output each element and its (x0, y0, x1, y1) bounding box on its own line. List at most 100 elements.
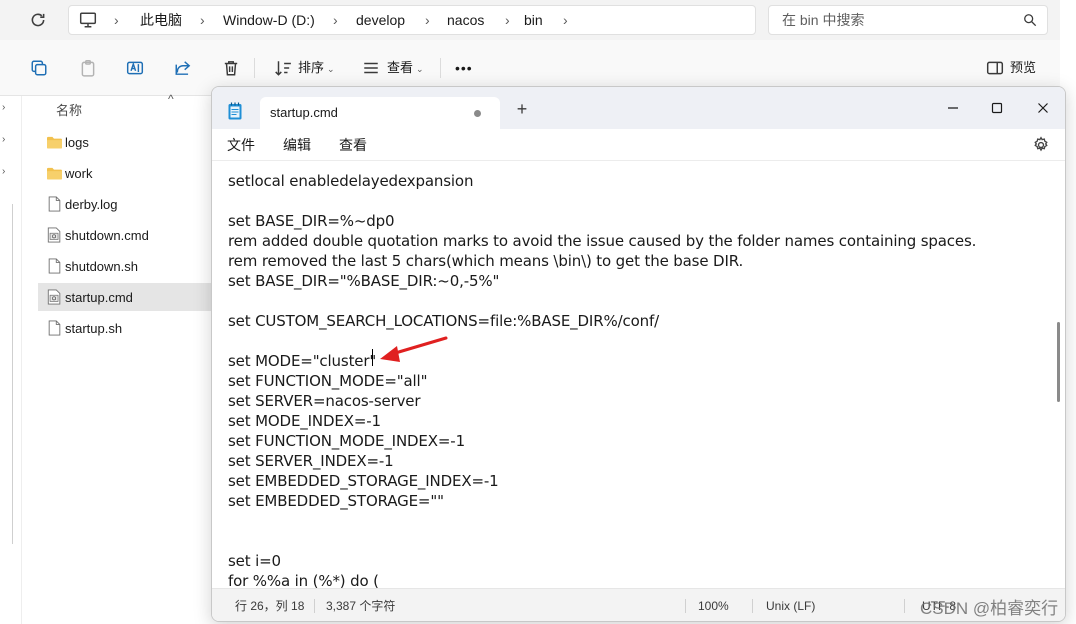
status-divider (685, 599, 686, 613)
menu-edit[interactable]: 编辑 (283, 129, 311, 161)
breadcrumb[interactable]: › 此电脑 › Window-D (D:) › develop › nacos … (68, 5, 756, 35)
tab-startup-cmd[interactable]: startup.cmd (260, 97, 500, 129)
menu-file[interactable]: 文件 (227, 129, 255, 161)
chevron-right-icon: › (114, 12, 119, 28)
view-icon (360, 57, 382, 79)
editor-line: set FUNCTION_MODE="all" (228, 372, 428, 390)
settings-gear-icon[interactable] (1032, 136, 1050, 154)
tab-title: startup.cmd (270, 105, 338, 120)
zoom-level[interactable]: 100% (698, 589, 729, 621)
rename-icon[interactable] (124, 57, 146, 79)
breadcrumb-item-develop[interactable]: develop (356, 6, 405, 34)
status-divider (314, 599, 315, 613)
preview-button[interactable]: 预览 (1010, 57, 1036, 79)
title-bar[interactable]: startup.cmd + (212, 87, 1065, 129)
view-button[interactable]: 查看 ⌄ (387, 57, 424, 79)
maximize-icon[interactable] (982, 93, 1012, 123)
toolbar-divider (254, 58, 255, 78)
nav-chevron-icon[interactable]: › (2, 166, 5, 177)
folder-icon (44, 163, 64, 183)
new-tab-button[interactable]: + (514, 100, 530, 118)
chevron-right-icon[interactable]: › (563, 6, 568, 34)
editor-line: rem removed the last 5 chars(which means… (228, 252, 744, 270)
editor-line: set FUNCTION_MODE_INDEX=-1 (228, 432, 465, 450)
chevron-down-icon: ⌄ (327, 64, 335, 74)
copy-icon[interactable] (28, 57, 50, 79)
toolbar-divider (440, 58, 441, 78)
file-item-work[interactable]: work (38, 159, 213, 187)
editor-line: set MODE="cluster" (228, 352, 377, 370)
file-name: startup.sh (65, 320, 123, 336)
breadcrumb-item-bin[interactable]: bin (524, 6, 543, 34)
nav-chevron-icon[interactable]: › (2, 134, 5, 145)
file-name: logs (65, 134, 89, 150)
delete-icon[interactable] (220, 57, 242, 79)
editor-line: set BASE_DIR=%~dp0 (228, 212, 395, 230)
close-icon[interactable] (1028, 93, 1058, 123)
status-divider (904, 599, 905, 613)
file-item-shutdown-sh[interactable]: shutdown.sh (38, 252, 213, 280)
breadcrumb-item-nacos[interactable]: nacos (447, 6, 484, 34)
view-label: 查看 (387, 60, 414, 75)
file-item-startup-cmd[interactable]: startup.cmd (38, 283, 213, 311)
status-divider (752, 599, 753, 613)
chevron-right-icon: › (505, 12, 510, 28)
text-caret (372, 349, 373, 366)
sort-ascending-icon: ^ (168, 92, 174, 106)
address-row: › 此电脑 › Window-D (D:) › develop › nacos … (0, 0, 1060, 40)
chevron-right-icon: › (333, 12, 338, 28)
search-icon (1023, 13, 1037, 27)
minimize-icon[interactable] (938, 93, 968, 123)
file-name: shutdown.cmd (65, 227, 149, 243)
search-placeholder: 在 bin 中搜索 (782, 12, 865, 28)
editor-line: setlocal enabledelayedexpansion (228, 172, 474, 190)
char-count: 3,387 个字符 (326, 599, 396, 613)
notepad-window: startup.cmd + 文件 编辑 查看 setlocal enablede… (211, 86, 1066, 622)
cursor-position: 行 26，列 18 (235, 599, 305, 613)
chevron-right-icon: › (200, 12, 205, 28)
preview-pane-icon (984, 57, 1006, 79)
sort-icon (272, 57, 294, 79)
file-item-logs[interactable]: logs (38, 128, 213, 156)
sort-button[interactable]: 排序 ⌄ (298, 57, 335, 79)
file-item-startup-sh[interactable]: startup.sh (38, 314, 213, 342)
file-name: startup.cmd (65, 289, 133, 305)
column-header-name[interactable]: 名称 (56, 100, 82, 119)
computer-icon (79, 11, 97, 29)
editor-line: set SERVER_INDEX=-1 (228, 452, 394, 470)
editor-line: set EMBEDDED_STORAGE="" (228, 492, 444, 510)
breadcrumb-item-drive[interactable]: Window-D (D:) (223, 6, 315, 34)
editor-line: set CUSTOM_SEARCH_LOCATIONS=file:%BASE_D… (228, 312, 659, 330)
editor-line: set EMBEDDED_STORAGE_INDEX=-1 (228, 472, 499, 490)
editor-line: rem added double quotation marks to avoi… (228, 232, 977, 250)
more-options-button[interactable]: ••• (455, 57, 473, 79)
text-editor[interactable]: setlocal enabledelayedexpansion set BASE_… (212, 162, 1065, 588)
watermark: CSDN @柏睿奕行 (920, 599, 1059, 618)
vertical-scrollbar[interactable] (1057, 322, 1060, 402)
file-name: shutdown.sh (65, 258, 138, 274)
editor-line: set SERVER=nacos-server (228, 392, 421, 410)
chevron-right-icon: › (425, 12, 430, 28)
file-item-derby-log[interactable]: derby.log (38, 190, 213, 218)
editor-line: for %%a in (%*) do ( (228, 572, 379, 588)
nav-chevron-icon[interactable]: › (2, 102, 5, 113)
paste-icon[interactable] (77, 57, 99, 79)
notepad-app-icon (228, 102, 242, 120)
menu-view[interactable]: 查看 (339, 129, 367, 161)
editor-line: set i=0 (228, 552, 281, 570)
cmd-file-icon (44, 287, 64, 307)
breadcrumb-item-this-pc[interactable]: 此电脑 (140, 6, 182, 34)
nav-scrollbar[interactable] (12, 204, 13, 544)
file-name: derby.log (65, 196, 118, 212)
refresh-icon[interactable] (28, 10, 48, 30)
menu-bar: 文件 编辑 查看 (212, 129, 1065, 161)
unsaved-dot-icon[interactable] (474, 110, 481, 117)
sort-label: 排序 (298, 60, 325, 75)
text-file-icon (44, 318, 64, 338)
share-icon[interactable] (172, 57, 194, 79)
file-name: work (65, 165, 93, 181)
search-input[interactable]: 在 bin 中搜索 (768, 5, 1048, 35)
cmd-file-icon (44, 225, 64, 245)
file-item-shutdown-cmd[interactable]: shutdown.cmd (38, 221, 213, 249)
line-ending[interactable]: Unix (LF) (766, 589, 815, 621)
